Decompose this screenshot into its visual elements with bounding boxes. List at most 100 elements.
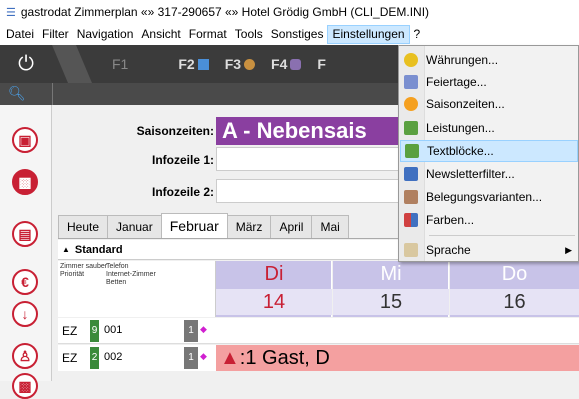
menu-item-waehrungen[interactable]: Währungen...: [400, 49, 578, 71]
einstellungen-menu: Währungen... Feiertage... Saisonzeiten..…: [398, 45, 579, 262]
menu-label: Belegungsvarianten...: [426, 190, 543, 204]
table-row[interactable]: EZ 2 002 1 ◆ ▲:1 Gast, D: [58, 345, 579, 371]
info2-label: Infozeile 2:: [151, 185, 214, 199]
tab-mai[interactable]: Mai: [311, 215, 349, 238]
table-row[interactable]: EZ 9 001 1 ◆: [58, 318, 579, 344]
room-type: EZ: [62, 324, 78, 338]
menu-item-saisonzeiten[interactable]: Saisonzeiten...: [400, 93, 578, 115]
people-icon: [290, 58, 302, 70]
tab-april[interactable]: April: [270, 215, 313, 238]
reception-icon[interactable]: ▩: [12, 169, 38, 195]
menu-einstellungen[interactable]: Einstellungen: [327, 25, 410, 44]
collapse-icon[interactable]: ▲: [62, 245, 70, 254]
sun-icon: [404, 97, 418, 111]
menu-sonstiges[interactable]: Sonstiges: [267, 25, 328, 44]
menu-label: Textblöcke...: [427, 144, 494, 158]
diamond-icon: ◆: [200, 351, 207, 361]
f4-button[interactable]: F4: [271, 56, 302, 72]
guest-label: :1 Gast, D: [239, 347, 330, 369]
room-number: 001: [104, 324, 123, 336]
menu-item-leistungen[interactable]: Leistungen...: [400, 117, 578, 139]
f5-button[interactable]: F: [317, 56, 326, 72]
tab-heute[interactable]: Heute: [58, 215, 109, 238]
f3-button[interactable]: F3: [225, 56, 256, 72]
col-betten: Betten: [106, 279, 127, 286]
menu-separator: [429, 235, 575, 236]
menu-help[interactable]: ?: [410, 25, 425, 44]
menu-item-sprache[interactable]: Sprache ▶: [400, 239, 578, 261]
menu-label: Währungen...: [426, 53, 499, 67]
textblock-icon: [405, 144, 419, 158]
menu-item-farben[interactable]: Farben...: [400, 209, 578, 231]
saison-value[interactable]: A - Nebensais: [216, 117, 400, 145]
housekeeping-icon[interactable]: ▩: [12, 373, 38, 399]
priority-badge: 9: [90, 320, 99, 342]
euro-icon[interactable]: €: [12, 269, 38, 295]
search-icon[interactable]: 🔍︎: [8, 85, 26, 102]
menu-item-feiertage[interactable]: Feiertage...: [400, 71, 578, 93]
menu-item-belegungsvarianten[interactable]: Belegungsvarianten...: [400, 186, 578, 208]
menu-ansicht[interactable]: Ansicht: [137, 25, 184, 44]
col-prioritaet: Priorität: [60, 271, 85, 278]
col-internet: Internet-Zimmer: [106, 271, 156, 278]
room-number: 002: [104, 351, 123, 363]
monitor-icon[interactable]: ▣: [12, 127, 38, 153]
bed-icon: [404, 190, 418, 204]
language-icon: [404, 243, 418, 257]
search-divider: [52, 83, 53, 105]
group-label: Standard: [74, 243, 123, 256]
info1-label: Infozeile 1:: [151, 153, 214, 167]
guests-icon[interactable]: ♙: [12, 343, 38, 369]
guest-booking-bar[interactable]: ▲:1 Gast, D: [216, 345, 579, 371]
window-title: gastrodat Zimmerplan «» 317-290657 «» Ho…: [20, 5, 430, 19]
menu-label: Feiertage...: [426, 75, 487, 89]
day-name: Do: [501, 263, 528, 285]
tools-icon: [244, 58, 256, 70]
menu-item-textbloecke[interactable]: Textblöcke...: [400, 140, 578, 162]
day-name: Di: [264, 263, 284, 285]
services-icon: [404, 121, 418, 135]
toolbar-separator: [52, 45, 92, 83]
col-telefon: Telefon: [106, 263, 129, 270]
tab-februar[interactable]: Februar: [160, 213, 228, 238]
menu-tools[interactable]: Tools: [231, 25, 267, 44]
keys-icon[interactable]: ↓: [12, 301, 38, 327]
day-number: 16: [450, 289, 579, 315]
col-zimmer-sauber: Zimmer sauber: [60, 263, 108, 270]
menu-label: Saisonzeiten...: [426, 97, 505, 111]
checkout-icon[interactable]: ▤: [12, 221, 38, 247]
calendar-icon: [197, 58, 209, 70]
app-icon: ☰: [6, 6, 16, 19]
beds-badge: 1: [184, 347, 198, 369]
day-header-mi: Mi 15: [333, 261, 449, 317]
menu-format[interactable]: Format: [185, 25, 231, 44]
day-header-di: Di 14: [216, 261, 332, 317]
f1-button[interactable]: F1: [112, 56, 128, 72]
holiday-icon: [404, 75, 418, 89]
room-type: EZ: [62, 351, 78, 365]
left-icon-column: ▣ ▩ ▤ € ↓ ♙ ▩: [0, 105, 52, 399]
tab-maerz[interactable]: März: [226, 215, 272, 238]
pin-icon: ▲: [220, 347, 240, 369]
day-name: Mi: [380, 263, 402, 285]
power-icon[interactable]: ⏻: [0, 53, 52, 76]
newsletter-icon: [404, 167, 418, 181]
submenu-arrow-icon: ▶: [565, 244, 572, 255]
day-number: 14: [216, 289, 332, 315]
day-number: 15: [333, 289, 449, 315]
menu-datei[interactable]: Datei: [2, 25, 38, 44]
beds-badge: 1: [184, 320, 198, 342]
menu-label: Sprache: [426, 243, 471, 257]
diamond-icon: ◆: [200, 324, 207, 334]
f2-button[interactable]: F2: [178, 56, 209, 72]
column-headers: Zimmer sauber Priorität Telefon Internet…: [58, 261, 216, 317]
title-bar: ☰ gastrodat Zimmerplan «» 317-290657 «» …: [0, 0, 579, 24]
day-header-do: Do 16: [450, 261, 579, 317]
menu-item-newsletterfilter[interactable]: Newsletterfilter...: [400, 163, 578, 185]
menu-label: Newsletterfilter...: [426, 167, 515, 181]
tab-januar[interactable]: Januar: [107, 215, 162, 238]
menu-label: Leistungen...: [426, 121, 495, 135]
menu-navigation[interactable]: Navigation: [73, 25, 138, 44]
saison-label: Saisonzeiten:: [136, 124, 214, 138]
menu-filter[interactable]: Filter: [38, 25, 73, 44]
